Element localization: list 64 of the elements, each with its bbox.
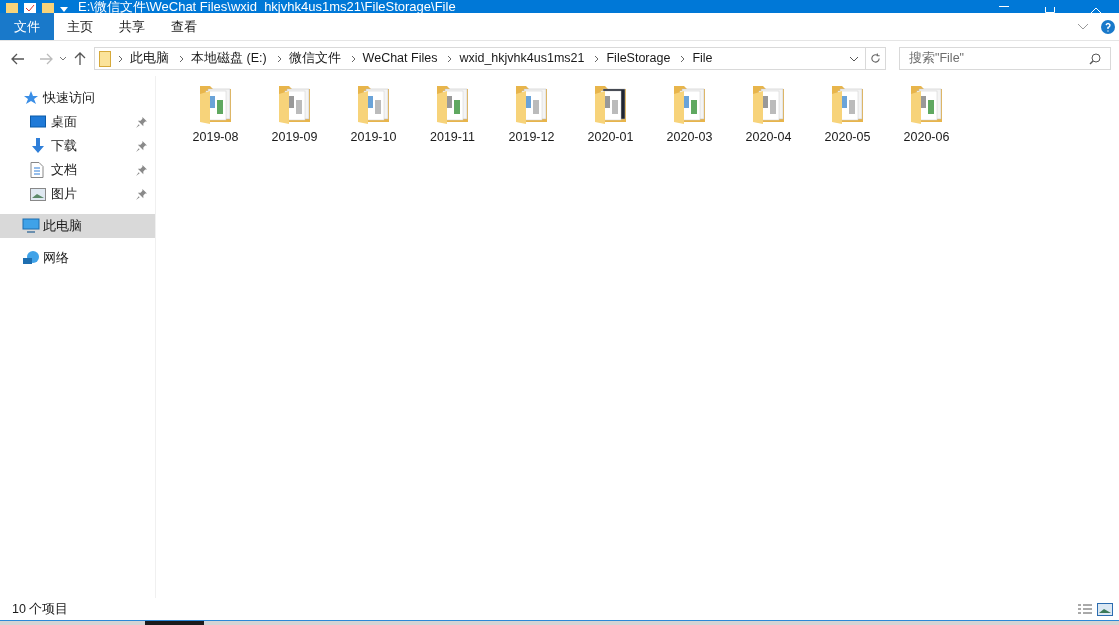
back-arrow-icon bbox=[11, 52, 25, 65]
network-icon bbox=[22, 250, 40, 266]
folder-item[interactable]: 2020-04 bbox=[729, 82, 808, 152]
breadcrumb-item[interactable]: File bbox=[692, 49, 713, 68]
ribbon-tab[interactable]: 查看 bbox=[158, 13, 210, 40]
sidebar-item[interactable]: 快速访问 bbox=[0, 86, 155, 110]
chevron-right-icon bbox=[276, 54, 282, 63]
chevron-down-icon[interactable] bbox=[849, 55, 859, 62]
sidebar-item[interactable]: 文档 bbox=[0, 158, 155, 182]
ribbon-tab[interactable]: 共享 bbox=[106, 13, 158, 40]
chevron-down-icon bbox=[59, 56, 67, 61]
details-view-icon[interactable] bbox=[1077, 602, 1093, 616]
search-field[interactable]: 搜索"File" bbox=[899, 47, 1111, 70]
folder-item[interactable]: 2020-01 bbox=[571, 82, 650, 152]
refresh-icon bbox=[870, 53, 881, 64]
chevron-right-icon bbox=[594, 54, 600, 63]
chevron-right-icon bbox=[118, 54, 123, 63]
breadcrumb-item[interactable]: 此电脑 bbox=[130, 49, 169, 68]
sidebar-item[interactable]: 网络 bbox=[0, 246, 155, 270]
sidebar-item[interactable]: 图片 bbox=[0, 182, 155, 206]
ribbon-tab[interactable]: 主页 bbox=[54, 13, 106, 40]
dropdown-icon bbox=[60, 5, 68, 13]
sidebar-item[interactable]: 此电脑 bbox=[0, 214, 155, 238]
help-icon[interactable] bbox=[1101, 19, 1115, 34]
chevron-down-icon bbox=[1077, 22, 1089, 31]
document-icon bbox=[30, 162, 44, 178]
ribbon-tab[interactable]: 文件 bbox=[0, 13, 54, 40]
address-bar[interactable]: 此电脑 本地磁盘 (E:) 微信文件 WeChat Files wxid_hkjvhk4us1ms21 FileStorage File bbox=[94, 47, 886, 70]
picture-icon bbox=[30, 187, 46, 201]
breadcrumb-item[interactable]: WeChat Files bbox=[362, 49, 438, 68]
folder-item[interactable]: 2019-11 bbox=[413, 82, 492, 152]
sidebar-item[interactable]: 下载 bbox=[0, 134, 155, 158]
checkbox-icon bbox=[24, 3, 36, 13]
search-input[interactable]: 搜索"File" bbox=[909, 49, 1089, 68]
large-icons-view-icon[interactable] bbox=[1097, 602, 1113, 616]
sidebar-item[interactable]: 桌面 bbox=[0, 110, 155, 134]
folder-item[interactable]: 2019-09 bbox=[255, 82, 334, 152]
breadcrumb-item[interactable]: 微信文件 bbox=[288, 49, 341, 68]
search-icon bbox=[1089, 52, 1101, 65]
folder-icon bbox=[99, 50, 111, 67]
forward-arrow-icon bbox=[39, 52, 53, 65]
chevron-right-icon bbox=[680, 54, 686, 63]
download-arrow-icon bbox=[30, 138, 46, 154]
folder-item[interactable]: 2019-10 bbox=[334, 82, 413, 152]
breadcrumb-item[interactable]: 本地磁盘 (E:) bbox=[191, 49, 267, 68]
chevron-right-icon bbox=[447, 54, 453, 63]
breadcrumb-item[interactable]: wxid_hkjvhk4us1ms21 bbox=[459, 49, 585, 68]
folder-icon bbox=[6, 3, 18, 13]
computer-icon bbox=[22, 218, 40, 234]
folder-item[interactable]: 2020-03 bbox=[650, 82, 729, 152]
chevron-right-icon bbox=[179, 54, 184, 63]
folder-item[interactable]: 2019-08 bbox=[176, 82, 255, 152]
minimize-icon bbox=[999, 6, 1009, 7]
up-arrow-icon bbox=[74, 51, 86, 66]
folder-item[interactable]: 2020-05 bbox=[808, 82, 887, 152]
breadcrumb-item[interactable]: FileStorage bbox=[606, 49, 671, 68]
desktop-icon bbox=[30, 115, 46, 129]
item-count: 10 个项目 bbox=[12, 600, 69, 618]
folder-item[interactable]: 2019-12 bbox=[492, 82, 571, 152]
folder-icon bbox=[42, 3, 54, 13]
maximize-icon bbox=[1045, 7, 1055, 13]
chevron-right-icon bbox=[350, 54, 356, 63]
folder-item[interactable]: 2020-06 bbox=[887, 82, 966, 152]
star-icon bbox=[22, 90, 38, 106]
